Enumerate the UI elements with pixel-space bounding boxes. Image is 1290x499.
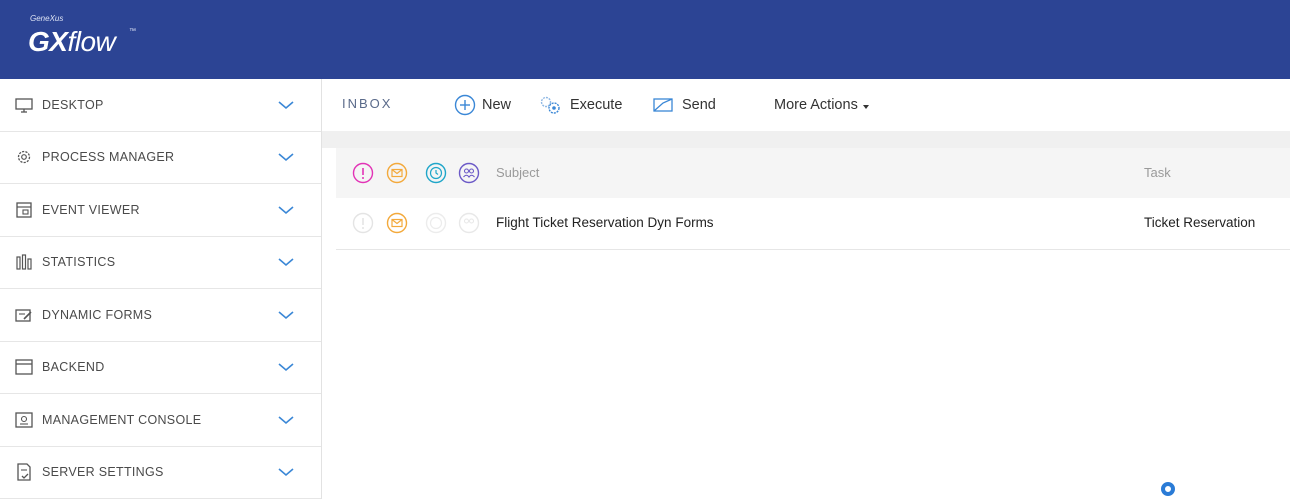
loading-indicator [1161,482,1175,496]
document-check-icon [17,463,31,481]
execute-button[interactable]: Execute [538,93,622,117]
row-task: Ticket Reservation [1144,215,1256,230]
gear-icon [17,151,31,164]
sidebar-item-process-manager[interactable]: PROCESS MANAGER [0,132,321,184]
send-mail-icon [653,98,673,112]
participants-icon [458,212,480,234]
execute-button-label: Execute [570,97,623,113]
plus-circle-icon [454,94,476,116]
chevron-down-icon[interactable] [277,414,295,426]
chevron-down-icon[interactable] [277,256,295,268]
clock-icon[interactable] [425,162,447,184]
sidebar-item-label: SERVER SETTINGS [42,465,164,480]
column-header-subject[interactable]: Subject [496,165,539,180]
caret-down-icon [862,105,869,109]
chevron-down-icon[interactable] [277,151,295,163]
chevron-down-icon[interactable] [277,99,295,111]
priority-icon[interactable] [352,162,374,184]
inbox-panel: INBOX New Execute Send More Actions Subj… [322,79,1290,499]
column-header-task[interactable]: Task [1144,165,1171,180]
row-subject: Flight Ticket Reservation Dyn Forms [496,215,714,230]
toolbar-separator [322,131,1290,148]
brand-small-text: GeneXus [30,14,64,23]
clock-icon [425,212,447,234]
gears-icon [540,96,560,114]
sidebar-item-server-settings[interactable]: SERVER SETTINGS [0,447,321,499]
sidebar-item-label: PROCESS MANAGER [42,150,175,165]
sidebar-item-label: EVENT VIEWER [42,202,140,217]
window-icon [15,359,33,375]
sidebar-item-statistics[interactable]: STATISTICS [0,237,321,289]
chevron-down-icon[interactable] [277,361,295,373]
sidebar-item-backend[interactable]: BACKEND [0,342,321,394]
form-edit-icon [15,309,32,322]
calendar-icon [16,202,32,218]
brand-trademark: ™ [129,28,136,35]
more-actions-label: More Actions [774,97,858,113]
priority-icon [352,212,374,234]
table-header: Subject Task [336,148,1290,198]
sidebar-item-label: MANAGEMENT CONSOLE [42,412,202,427]
participants-icon[interactable] [458,162,480,184]
brand-name: GXflow [28,26,116,57]
sidebar: DESKTOP PROCESS MANAGER EVENT VIEWER STA… [0,79,322,499]
sidebar-item-label: BACKEND [42,360,105,375]
sidebar-item-management-console[interactable]: MANAGEMENT CONSOLE [0,394,321,447]
sidebar-item-desktop[interactable]: DESKTOP [0,79,321,132]
console-icon [15,412,33,428]
page-title: INBOX [342,96,393,111]
inbox-toolbar: INBOX New Execute Send More Actions [322,79,1290,131]
monitor-icon [15,98,33,113]
sidebar-item-label: DESKTOP [42,97,104,112]
sidebar-item-label: DYNAMIC FORMS [42,307,153,322]
more-actions-dropdown[interactable]: More Actions [774,93,869,117]
chevron-down-icon[interactable] [277,204,295,216]
chevron-down-icon[interactable] [277,309,295,321]
sidebar-item-event-viewer[interactable]: EVENT VIEWER [0,184,321,237]
table-row[interactable]: Flight Ticket Reservation Dyn Forms Tick… [336,198,1290,250]
chevron-down-icon[interactable] [277,466,295,478]
new-button-label: New [482,97,512,113]
sidebar-item-dynamic-forms[interactable]: DYNAMIC FORMS [0,289,321,342]
send-button-label: Send [682,97,716,113]
bar-chart-icon [16,254,32,270]
message-icon[interactable] [386,162,408,184]
send-button[interactable]: Send [650,93,716,117]
sidebar-item-label: STATISTICS [42,255,116,270]
new-button[interactable]: New [454,93,511,117]
app-header: GeneXus GXflow ™ [0,0,1290,79]
gxflow-logo[interactable]: GeneXus GXflow ™ [8,10,148,72]
message-icon [386,212,408,234]
